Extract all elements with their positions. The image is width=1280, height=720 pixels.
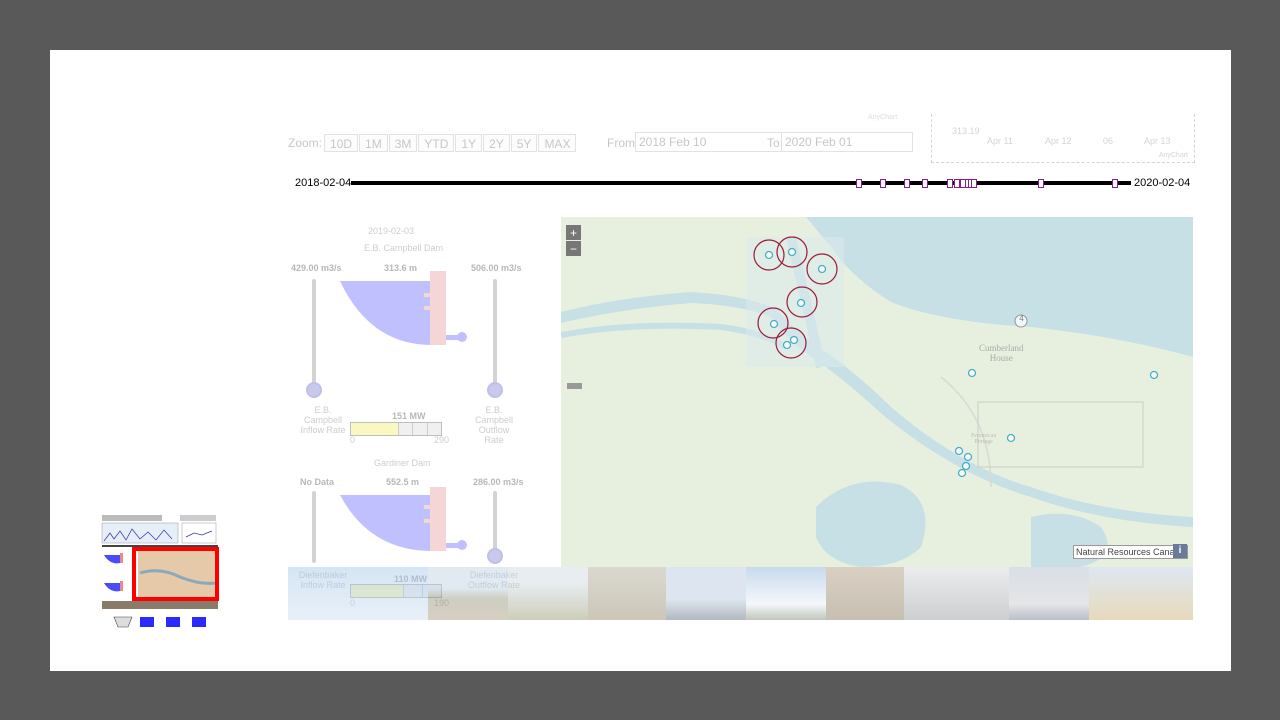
timeline-marker[interactable] [879,179,886,188]
site-marker[interactable] [1149,370,1159,380]
power-bar-fill [351,423,398,435]
to-date-input[interactable] [781,132,913,152]
outflow-label: E.B. Campbell Outflow Rate [474,405,514,445]
site-marker[interactable] [796,298,806,308]
photo-thumbnail[interactable] [904,567,1009,620]
outflow-slider-knob[interactable] [487,382,503,398]
zoom-1y-button[interactable]: 1Y [455,134,483,152]
outflow-slider[interactable] [493,279,497,387]
photo-thumbnail[interactable] [666,567,746,620]
site-marker[interactable] [967,368,977,378]
info-icon[interactable]: i [1173,544,1187,558]
site-marker[interactable] [1006,433,1016,443]
photo-thumbnail[interactable] [1089,567,1193,620]
dam-name: E.B. Campbell Dam [364,243,444,253]
dam-reservoir-graphic [340,487,467,551]
chart-tick: Apr 13 [1144,136,1171,146]
power-bar [350,422,442,436]
timeline-marker[interactable] [947,179,954,188]
site-marker[interactable] [957,468,967,478]
thumbnail-highlight-box [132,547,219,601]
zoom-3m-button[interactable]: 3M [388,134,418,152]
zoom-2y-button[interactable]: 2Y [483,134,510,152]
site-ring[interactable] [775,327,807,359]
site-marker[interactable] [954,446,964,456]
zoom-1m-button[interactable]: 1M [359,134,388,152]
dam-panels: 2019-02-03 E.B. Campbell Dam 429.00 m3/s… [288,215,560,608]
dam-name: Gardiner Dam [374,458,431,468]
timeline-end-label: 2020-02-04 [1134,177,1191,189]
outflow-value: 286.00 m3/s [473,477,524,487]
zoom-10d-button[interactable]: 10D [324,134,359,152]
photo-thumbnail[interactable] [508,567,588,620]
power-max: 290 [434,435,450,445]
photo-thumbnail[interactable] [588,567,666,620]
power-output: 151 MW [392,411,426,421]
zoom-controls: Zoom: 10D 1M 3M YTD 1Y 2Y 5Y MAX [288,133,577,153]
site-marker[interactable] [963,452,973,462]
power-min: 0 [350,435,356,445]
site-marker[interactable] [769,319,779,329]
chart-y-value: 313.19 [952,126,980,136]
dam-reservoir-graphic [340,271,467,345]
site-marker[interactable] [764,250,774,260]
inflow-slider-knob[interactable] [306,382,322,398]
photo-thumbnail[interactable] [826,567,904,620]
site-marker[interactable] [782,340,792,350]
dam-date: 2019-02-03 [368,226,415,236]
timeline-marker[interactable] [1111,179,1118,188]
timeline-track[interactable] [351,181,1131,185]
chart-tick: Apr 12 [1045,136,1072,146]
timeline-marker[interactable] [922,179,929,188]
timeline-start-label: 2018-02-04 [295,177,352,189]
inflow-slider[interactable] [312,491,316,563]
site-marker[interactable] [961,461,971,471]
slide: AnyChart 313.19 Apr 11 Apr 12 06 Apr 13 … [50,50,1231,671]
reservoir-level: 552.5 m [386,477,420,487]
map-attribution: Natural Resources Canada [1073,545,1188,559]
place-label-pemmican-portage: Pemmican Portage [971,433,997,445]
inflow-slider[interactable] [312,279,316,387]
map-markers [753,236,1159,478]
chart-tick: Apr 11 [987,136,1013,146]
place-label-cumberland-house: Cumberland House [979,343,1024,363]
mini-chart: 313.19 Apr 11 Apr 12 06 Apr 13 AnyChart [931,114,1195,163]
photo-strip [288,567,1193,620]
zoom-5y-button[interactable]: 5Y [510,134,538,152]
timeline-marker[interactable] [954,179,961,188]
zoom-ytd-button[interactable]: YTD [418,134,455,152]
inflow-value: No Data [300,477,335,487]
site-marker[interactable] [787,247,797,257]
inflow-value: 429.00 m3/s [291,263,342,273]
timeline-marker[interactable] [971,179,978,188]
zoom-max-button[interactable]: MAX [538,134,577,152]
zoom-label: Zoom: [288,136,323,150]
outflow-slider-knob[interactable] [487,548,503,564]
site-marker[interactable] [817,264,827,274]
timeline-marker[interactable] [904,179,911,188]
chart-credit-left: AnyChart [868,114,898,121]
photo-thumbnail[interactable] [746,567,826,620]
chart-tick: 06 [1103,136,1114,146]
chart-credit: AnyChart [1158,152,1188,159]
from-label: From: [607,136,639,150]
route-number: 4 [1019,314,1024,323]
outflow-value: 506.00 m3/s [471,263,522,273]
timeline-marker[interactable] [1038,179,1045,188]
timeline-marker[interactable] [855,179,862,188]
photo-thumbnail[interactable] [288,567,428,620]
map-view[interactable]: + − 4 Cumberland House Pemmican Portage … [561,217,1193,567]
photo-thumbnail[interactable] [428,567,508,620]
photo-thumbnail[interactable] [1009,567,1089,620]
inflow-label: E.B. Campbell Inflow Rate [300,405,346,435]
site-marker[interactable] [789,335,799,345]
